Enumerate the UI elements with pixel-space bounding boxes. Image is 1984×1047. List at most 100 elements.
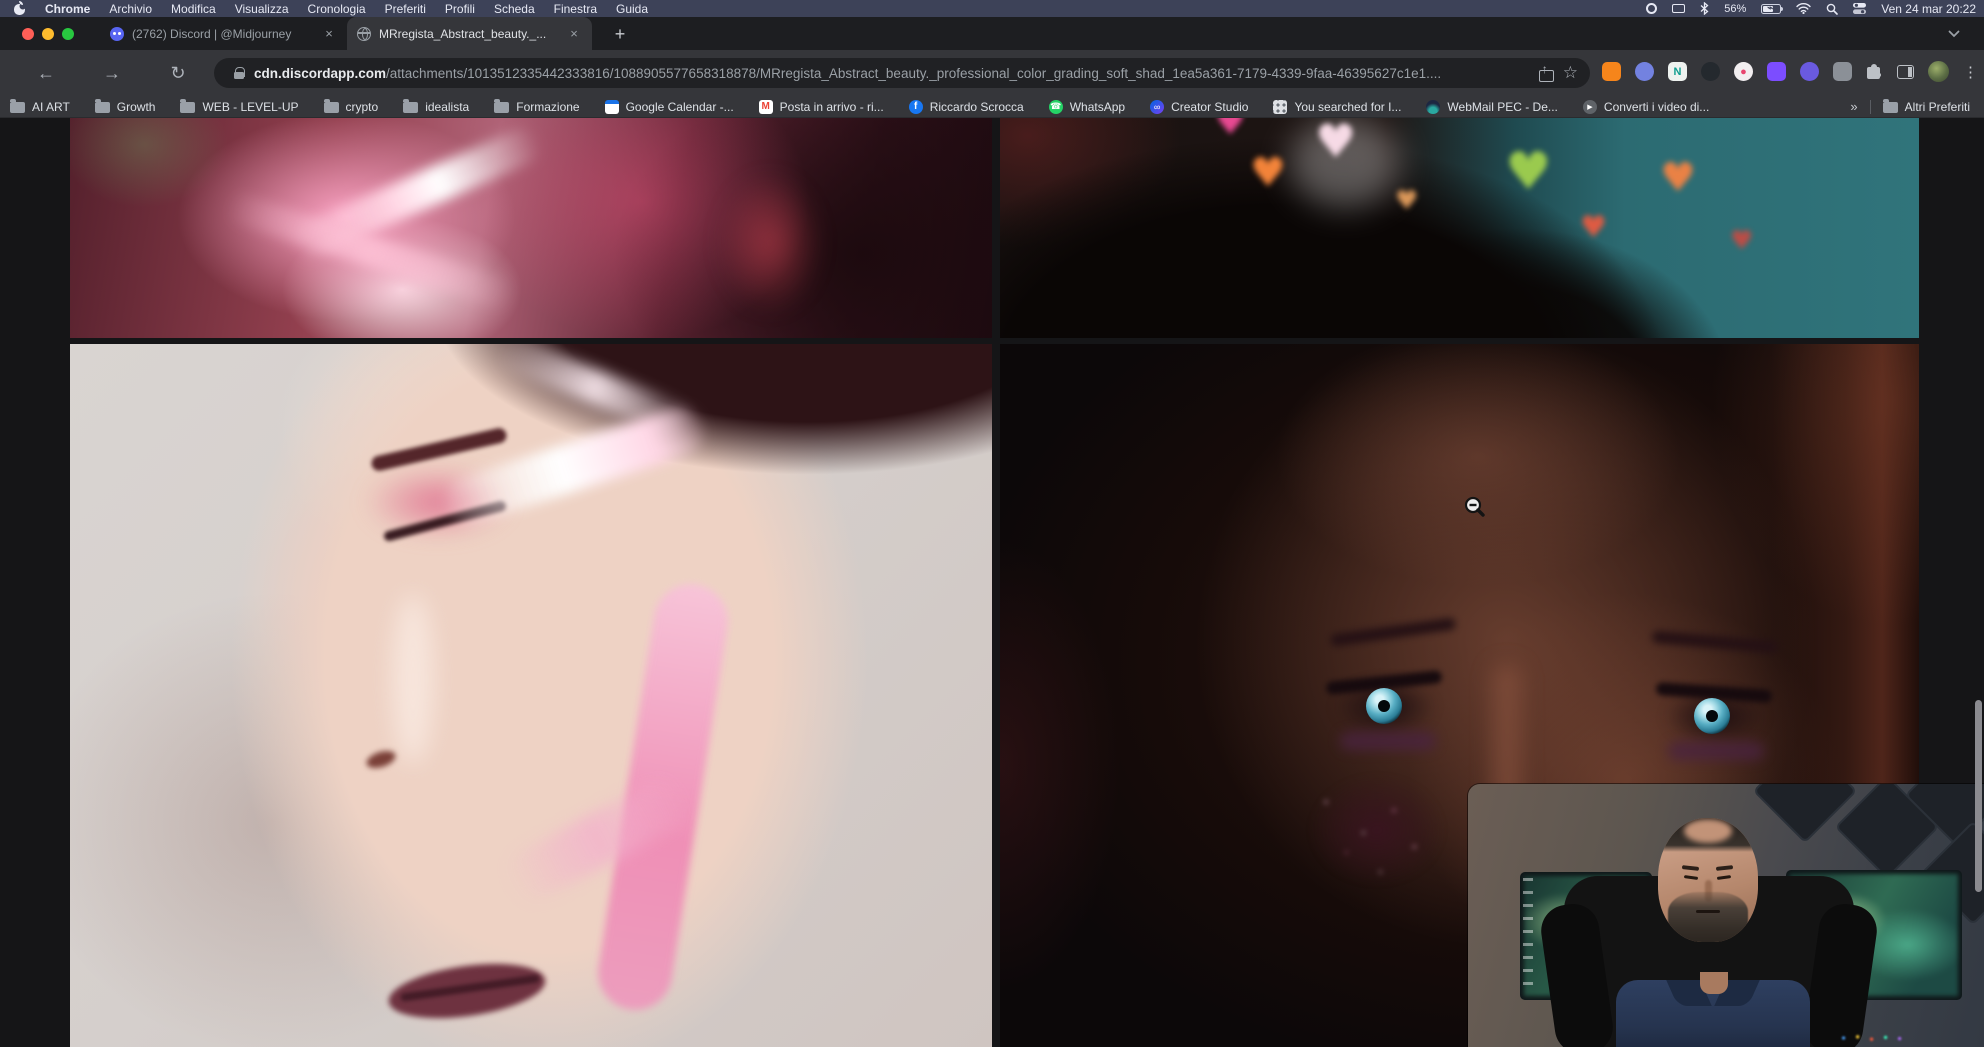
bookmark-google-calendar[interactable]: Google Calendar -... [605,100,734,114]
teal-n-extension-icon[interactable]: N [1668,62,1687,81]
tab-search-chevron-icon[interactable] [1948,25,1960,43]
scrollbar-thumb[interactable] [1975,700,1982,892]
close-tab-icon[interactable]: × [321,26,337,41]
blue-extension-icon[interactable] [1635,62,1654,81]
discord-favicon [110,27,124,41]
under-eye-smudge [1668,742,1764,760]
heart-bokeh: ♥ [1315,118,1356,164]
reload-button[interactable]: ↻ [166,61,190,85]
bookmark-riccardo-scrocca[interactable]: fRiccardo Scrocca [909,100,1024,114]
folder-icon [180,102,195,113]
bookmark-label: Growth [117,100,156,114]
folder-icon [1883,102,1898,113]
folder-icon [324,102,339,113]
battery-charging-icon[interactable]: ⌁ [1761,4,1781,14]
side-panel-icon[interactable] [1897,65,1914,79]
display-icon[interactable] [1672,4,1685,13]
heart-bokeh: ♥ [1580,213,1607,243]
bookmark-formazione[interactable]: Formazione [494,100,579,114]
bookmark-label: You searched for I... [1294,100,1401,114]
other-bookmarks-label: Altri Preferiti [1905,100,1970,114]
red-figure-blur [700,148,840,338]
menu-visualizza[interactable]: Visualizza [235,2,289,16]
artwork-quadrant-bottom-left[interactable] [70,344,992,1047]
bookmark-whatsapp[interactable]: ☎ WhatsApp [1049,100,1125,114]
other-bookmarks-folder[interactable]: Altri Preferiti [1883,100,1970,114]
chrome-toolbar: ← → ↻ cdn.discordapp.com/attachments/101… [0,50,1984,96]
menu-profili[interactable]: Profili [445,2,475,16]
folder-icon [95,102,110,113]
zoom-out-cursor-icon [1464,496,1488,525]
bookmark-growth[interactable]: Growth [95,100,156,114]
bookmark-webmail-pec-de[interactable]: WebMail PEC - De... [1426,100,1557,114]
bookmark-creator-studio[interactable]: ∞Creator Studio [1150,100,1248,114]
heart-bokeh: ♥ [1505,146,1552,198]
extensions-puzzle-icon[interactable] [1866,63,1883,80]
heart-bokeh: ♥ [1730,228,1753,254]
close-tab-icon[interactable]: × [566,26,582,41]
orange-fox-extension-icon[interactable] [1602,62,1621,81]
grid-extension-icon[interactable] [1833,62,1852,81]
bookmark-label: Creator Studio [1171,100,1248,114]
new-tab-button[interactable]: + [608,22,632,46]
forward-button[interactable]: → [100,61,124,85]
bookmark-web-level-up[interactable]: WEB - LEVEL-UP [180,100,298,114]
bookmark-label: WEB - LEVEL-UP [202,100,298,114]
bookmark-ai-art[interactable]: AI ART [10,100,70,114]
close-window-button[interactable] [22,28,34,40]
chrome-tab-strip: (2762) Discord | @Midjourney × MRregista… [0,17,1984,50]
minimize-window-button[interactable] [42,28,54,40]
bluetooth-icon[interactable] [1700,2,1709,15]
globe-favicon [357,27,371,41]
nostril-shadow [364,748,397,772]
apple-menu-icon[interactable] [14,2,26,15]
menu-items: Archivio Modifica Visualizza Cronologia Pref… [109,2,648,16]
profile-avatar[interactable] [1928,61,1949,82]
chrome-menu-kebab-icon[interactable]: ⋮ [1963,63,1978,81]
screen: Chrome Archivio Modifica Visualizza Cronolo… [0,0,1984,1047]
tab-title: MRregista_Abstract_beauty._... [379,27,558,41]
black-cat-extension-icon[interactable] [1701,62,1720,81]
back-button[interactable]: ← [34,61,58,85]
artwork-quadrant-top-right[interactable]: ♥♥♥♥♥♥♥♥ [1000,118,1919,338]
bookmark-posta-in-arrivo-ri[interactable]: MPosta in arrivo - ri... [759,100,884,114]
grid-icon [1273,100,1287,114]
purple-extension-icon[interactable] [1800,62,1819,81]
menu-preferiti[interactable]: Preferiti [385,2,426,16]
bookmarks-overflow-chevron[interactable]: » [1850,99,1857,114]
pink-extension-icon[interactable]: ● [1734,62,1753,81]
menu-cronologia[interactable]: Cronologia [308,2,366,16]
folder-icon [494,102,509,113]
record-ring-icon[interactable] [1646,3,1657,14]
menu-archivio[interactable]: Archivio [109,2,152,16]
bookmark-label: Converti i video di... [1604,100,1709,114]
tab-image-active[interactable]: MRregista_Abstract_beauty._... × [347,17,592,50]
wifi-icon[interactable] [1796,3,1811,14]
menu-scheda[interactable]: Scheda [494,2,535,16]
menu-modifica[interactable]: Modifica [171,2,216,16]
menu-guida[interactable]: Guida [616,2,648,16]
menu-finestra[interactable]: Finestra [554,2,597,16]
tab-discord[interactable]: (2762) Discord | @Midjourney × [100,17,347,50]
bookmark-label: idealista [425,100,469,114]
spotlight-search-icon[interactable] [1826,3,1838,15]
lock-icon[interactable] [234,67,244,79]
bookmark-label: WhatsApp [1070,100,1125,114]
fullscreen-window-button[interactable] [62,28,74,40]
bookmark-converti-i-video-di[interactable]: ▶Converti i video di... [1583,100,1709,114]
bookmark-star-icon[interactable]: ☆ [1563,65,1578,81]
control-center-icon[interactable] [1853,3,1866,14]
share-icon[interactable] [1539,65,1553,81]
menu-bar-clock[interactable]: Ven 24 mar 20:22 [1881,2,1976,16]
artwork-quadrant-top-left[interactable] [70,118,992,338]
violet-extension-icon[interactable] [1767,62,1786,81]
address-bar[interactable]: cdn.discordapp.com/attachments/101351233… [214,58,1590,88]
bookmark-you-searched-for-i[interactable]: You searched for I... [1273,100,1401,114]
bookmark-crypto[interactable]: crypto [324,100,379,114]
menu-app-name[interactable]: Chrome [45,2,90,16]
bookmark-label: Google Calendar -... [626,100,734,114]
bookmark-label: Posta in arrivo - ri... [780,100,884,114]
bookmark-idealista[interactable]: idealista [403,100,469,114]
under-eye-smudge [1340,732,1436,750]
whatsapp-icon: ☎ [1049,100,1063,114]
